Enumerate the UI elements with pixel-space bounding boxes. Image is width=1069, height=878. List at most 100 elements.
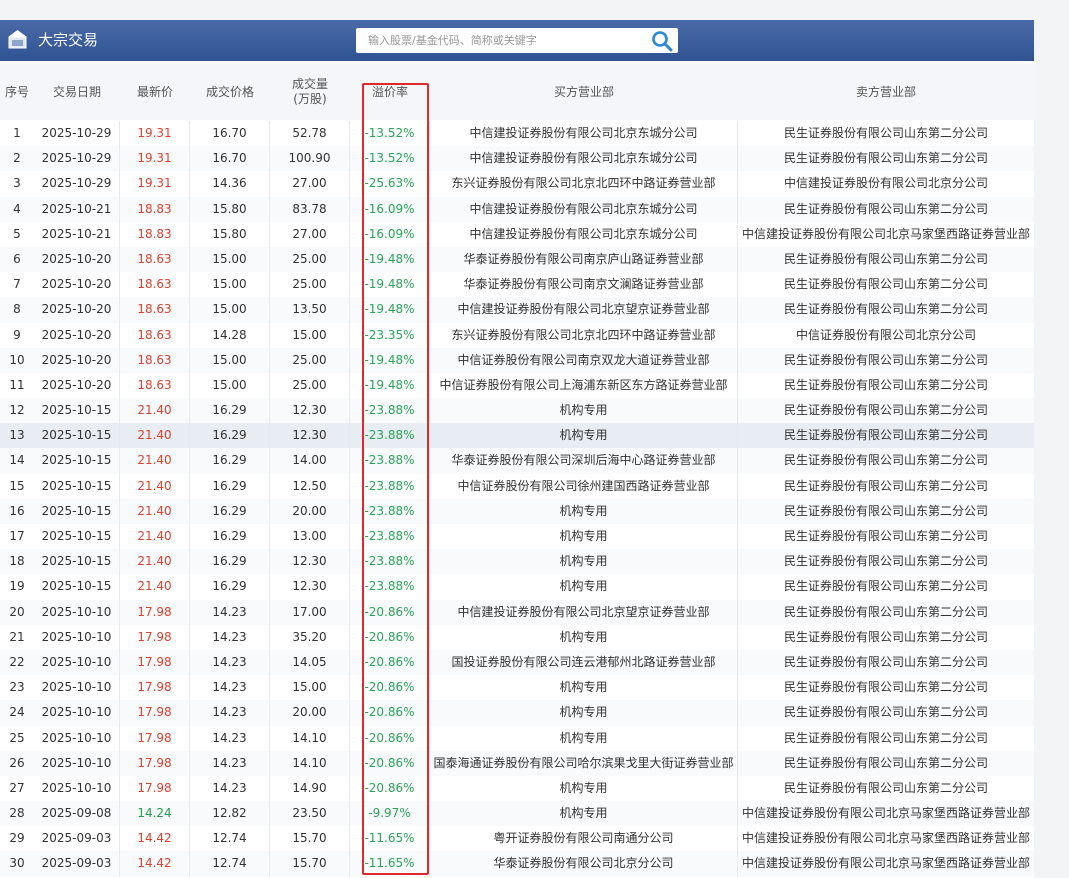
cell-premium: -20.86%	[350, 624, 430, 650]
cell-premium: -19.48%	[350, 272, 430, 298]
table-row[interactable]: 19 2025-10-15 21.40 16.29 12.30 -23.88% 机构专用 民生…	[0, 574, 1034, 600]
table-row[interactable]: 10 2025-10-20 18.63 15.00 25.00 -19.48% 中信证券股份…	[0, 347, 1034, 373]
cell-date: 2025-10-10	[34, 675, 120, 701]
cell-date: 2025-10-15	[34, 448, 120, 474]
cell-date: 2025-10-21	[34, 196, 120, 222]
table-row[interactable]: 22 2025-10-10 17.98 14.23 14.05 -20.86% 国投证券股份…	[0, 649, 1034, 676]
cell-seller: 民生证券股份有限公司山东第二分公司	[783, 403, 988, 418]
table-row[interactable]: 28 2025-09-08 14.24 12.82 23.50 -9.97% 机构专用 中信建…	[0, 801, 1034, 827]
column-header-latest-price[interactable]: 最新价	[120, 64, 190, 120]
table-row[interactable]: 6 2025-10-20 18.63 15.00 25.00 -19.48% 华泰证券股份有…	[0, 246, 1034, 273]
table-row[interactable]: 16 2025-10-15 21.40 16.29 20.00 -23.88% 机构专用 民生…	[0, 498, 1034, 524]
cell-volume: 12.30	[270, 574, 350, 600]
cell-seq: 9	[13, 327, 21, 342]
cell-premium: -20.86%	[350, 700, 430, 726]
cell-buyer: 机构专用	[430, 700, 738, 726]
cell-seq: 4	[13, 201, 21, 216]
table-row[interactable]: 14 2025-10-15 21.40 16.29 14.00 -23.88% 华泰证券股份…	[0, 448, 1034, 474]
search-icon[interactable]	[651, 30, 673, 52]
cell-buyer: 华泰证券股份有限公司南京文澜路证券营业部	[430, 272, 738, 298]
table-row[interactable]: 23 2025-10-10 17.98 14.23 15.00 -20.86% 机构专用 民生…	[0, 675, 1034, 701]
cell-volume: 15.00	[270, 675, 350, 701]
cell-buyer: 华泰证券股份有限公司北京分公司	[430, 851, 738, 877]
cell-seller: 民生证券股份有限公司山东第二分公司	[783, 629, 988, 644]
column-header-seller[interactable]: 卖方营业部	[738, 64, 1034, 120]
cell-trade-price: 16.29	[190, 473, 270, 499]
column-header-seq[interactable]: 序号	[0, 64, 34, 120]
table-row[interactable]: 2 2025-10-29 19.31 16.70 100.90 -13.52% 中信建投证券…	[0, 146, 1034, 172]
cell-premium: -13.52%	[350, 121, 430, 147]
cell-seller: 民生证券股份有限公司山东第二分公司	[783, 277, 988, 292]
cell-volume: 25.00	[270, 246, 350, 273]
cell-buyer: 机构专用	[430, 775, 738, 802]
cell-seller: 民生证券股份有限公司山东第二分公司	[783, 151, 988, 166]
table-row[interactable]: 24 2025-10-10 17.98 14.23 20.00 -20.86% 机构专用 民生…	[0, 700, 1034, 726]
table-row[interactable]: 29 2025-09-03 14.42 12.74 15.70 -11.65% 粤开证券股份…	[0, 826, 1034, 852]
cell-trade-price: 16.70	[190, 121, 270, 147]
cell-trade-price: 16.29	[190, 574, 270, 600]
cell-latest-price: 21.40	[120, 448, 190, 474]
table-row[interactable]: 11 2025-10-20 18.63 15.00 25.00 -19.48% 中信证券股份…	[0, 372, 1034, 399]
table-row[interactable]: 4 2025-10-21 18.83 15.80 83.78 -16.09% 中信建投证券股…	[0, 196, 1034, 222]
cell-date: 2025-10-29	[34, 121, 120, 147]
cell-buyer: 国投证券股份有限公司连云港郁州北路证券营业部	[430, 649, 738, 676]
cell-trade-price: 15.00	[190, 246, 270, 273]
table-row[interactable]: 13 2025-10-15 21.40 16.29 12.30 -23.88% 机构专用 民生…	[0, 423, 1034, 449]
column-header-volume[interactable]: 成交量 (万股)	[270, 64, 350, 120]
table-row[interactable]: 25 2025-10-10 17.98 14.23 14.10 -20.86% 机构专用 民生…	[0, 725, 1034, 751]
cell-trade-price: 16.29	[190, 448, 270, 474]
cell-buyer: 机构专用	[430, 725, 738, 751]
table-row[interactable]: 12 2025-10-15 21.40 16.29 12.30 -23.88% 机构专用 民生…	[0, 398, 1034, 424]
cell-seller: 民生证券股份有限公司山东第二分公司	[783, 428, 988, 443]
table-row[interactable]: 5 2025-10-21 18.83 15.80 27.00 -16.09% 中信建投证券股…	[0, 221, 1034, 247]
column-header-premium[interactable]: 溢价率	[350, 64, 430, 120]
cell-seller: 中信证券股份有限公司北京分公司	[795, 327, 976, 342]
cell-latest-price: 21.40	[120, 549, 190, 575]
column-header-trade-price[interactable]: 成交价格	[190, 64, 270, 120]
cell-trade-price: 14.23	[190, 649, 270, 676]
cell-latest-price: 18.63	[120, 322, 190, 348]
table-row[interactable]: 17 2025-10-15 21.40 16.29 13.00 -23.88% 机构专用 民生…	[0, 524, 1034, 550]
column-header-date[interactable]: 交易日期	[34, 64, 120, 120]
cell-volume: 27.00	[270, 221, 350, 247]
table-row[interactable]: 27 2025-10-10 17.98 14.23 14.90 -20.86% 机构专用 民生…	[0, 775, 1034, 802]
cell-latest-price: 18.83	[120, 221, 190, 247]
cell-latest-price: 14.24	[120, 801, 190, 827]
table-row[interactable]: 20 2025-10-10 17.98 14.23 17.00 -20.86% 中信建投证券…	[0, 599, 1034, 625]
cell-volume: 15.70	[270, 851, 350, 877]
column-header-buyer[interactable]: 买方营业部	[430, 64, 738, 120]
cell-premium: -19.48%	[350, 372, 430, 399]
table-row[interactable]: 1 2025-10-29 19.31 16.70 52.78 -13.52% 中信建投证券股…	[0, 121, 1034, 147]
cell-buyer: 中信建投证券股份有限公司北京东城分公司	[430, 196, 738, 222]
table-row[interactable]: 8 2025-10-20 18.63 15.00 13.50 -19.48% 中信建投证券股…	[0, 297, 1034, 323]
cell-seq: 20	[9, 604, 25, 619]
panel-header: 大宗交易	[0, 20, 1034, 61]
cell-seq: 25	[9, 730, 25, 745]
cell-date: 2025-10-20	[34, 322, 120, 348]
cell-buyer: 中信建投证券股份有限公司北京东城分公司	[430, 221, 738, 247]
table-row[interactable]: 18 2025-10-15 21.40 16.29 12.30 -23.88% 机构专用 民生…	[0, 549, 1034, 575]
cell-date: 2025-10-20	[34, 347, 120, 373]
cell-trade-price: 14.23	[190, 675, 270, 701]
table-row[interactable]: 30 2025-09-03 14.42 12.74 15.70 -11.65% 华泰证券股份…	[0, 851, 1034, 877]
table-row[interactable]: 7 2025-10-20 18.63 15.00 25.00 -19.48% 华泰证券股份有…	[0, 272, 1034, 298]
cell-premium: -16.09%	[350, 196, 430, 222]
cell-date: 2025-09-03	[34, 851, 120, 877]
cell-buyer: 中信证券股份有限公司徐州建国西路证券营业部	[430, 473, 738, 499]
cell-latest-price: 21.40	[120, 423, 190, 449]
cell-trade-price: 16.29	[190, 524, 270, 550]
table-row[interactable]: 9 2025-10-20 18.63 14.28 15.00 -23.35% 东兴证券股份有…	[0, 322, 1034, 348]
cell-buyer: 东兴证券股份有限公司北京北四环中路证券营业部	[430, 322, 738, 348]
table-row[interactable]: 21 2025-10-10 17.98 14.23 35.20 -20.86% 机构专用 民生…	[0, 624, 1034, 650]
cell-premium: -20.86%	[350, 725, 430, 751]
cell-buyer: 机构专用	[430, 398, 738, 424]
cell-trade-price: 15.80	[190, 196, 270, 222]
cell-seller: 民生证券股份有限公司山东第二分公司	[783, 755, 988, 770]
cell-seller: 民生证券股份有限公司山东第二分公司	[783, 302, 988, 317]
table-row[interactable]: 26 2025-10-10 17.98 14.23 14.10 -20.86% 国泰海通证券…	[0, 750, 1034, 776]
cell-seq: 28	[9, 806, 25, 821]
search-input[interactable]	[356, 28, 646, 53]
cell-buyer: 机构专用	[430, 524, 738, 550]
table-row[interactable]: 3 2025-10-29 19.31 14.36 27.00 -25.63% 东兴证券股份有…	[0, 171, 1034, 197]
table-row[interactable]: 15 2025-10-15 21.40 16.29 12.50 -23.88% 中信证券股份…	[0, 473, 1034, 499]
